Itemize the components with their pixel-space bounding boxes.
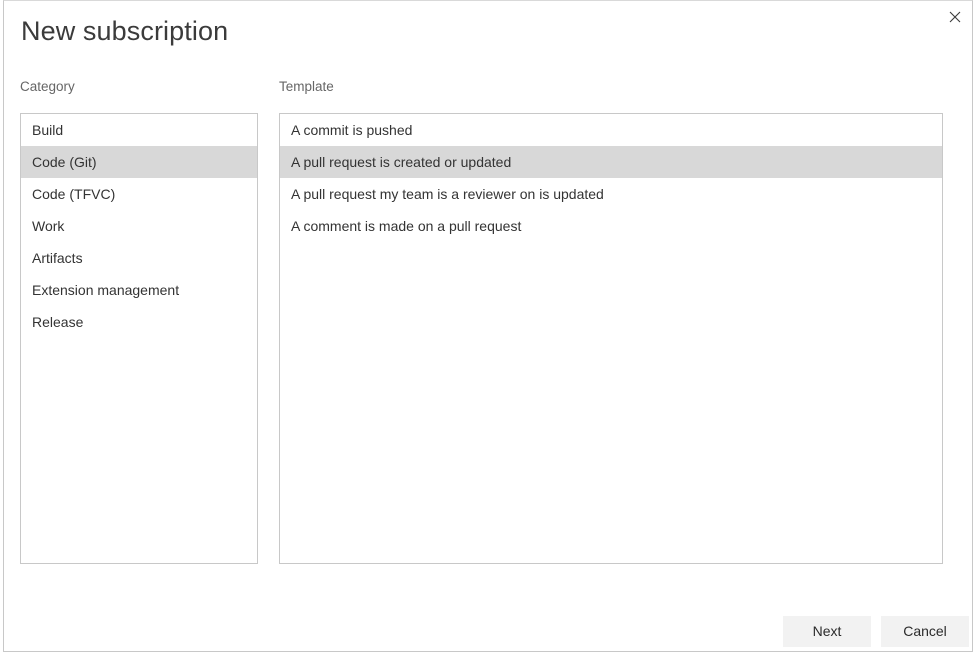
template-label: Template bbox=[279, 79, 334, 94]
category-list-item-2[interactable]: Code (TFVC) bbox=[21, 178, 257, 210]
new-subscription-dialog: New subscription Category Template Build… bbox=[3, 0, 973, 652]
category-list-item-3[interactable]: Work bbox=[21, 210, 257, 242]
category-list-item-0[interactable]: Build bbox=[21, 114, 257, 146]
page-title: New subscription bbox=[21, 16, 229, 46]
category-listbox[interactable]: Build Code (Git) Code (TFVC) Work Artifacts E… bbox=[20, 113, 258, 564]
category-list-item-6[interactable]: Release bbox=[21, 306, 257, 338]
category-list-item-4[interactable]: Artifacts bbox=[21, 242, 257, 274]
template-list-item-2[interactable]: A pull request my team is a reviewer on … bbox=[280, 178, 942, 210]
close-button[interactable] bbox=[940, 2, 970, 32]
template-listbox[interactable]: A commit is pushed A pull request is crea… bbox=[279, 113, 943, 564]
category-label: Category bbox=[20, 79, 75, 94]
next-button[interactable]: Next bbox=[783, 616, 871, 647]
template-list-item-0[interactable]: A commit is pushed bbox=[280, 114, 942, 146]
template-list-item-3[interactable]: A comment is made on a pull request bbox=[280, 210, 942, 242]
template-list-item-1[interactable]: A pull request is created or updated bbox=[280, 146, 942, 178]
category-list-item-5[interactable]: Extension management bbox=[21, 274, 257, 306]
category-list-item-1[interactable]: Code (Git) bbox=[21, 146, 257, 178]
cancel-button[interactable]: Cancel bbox=[881, 616, 969, 647]
close-icon bbox=[949, 11, 961, 23]
